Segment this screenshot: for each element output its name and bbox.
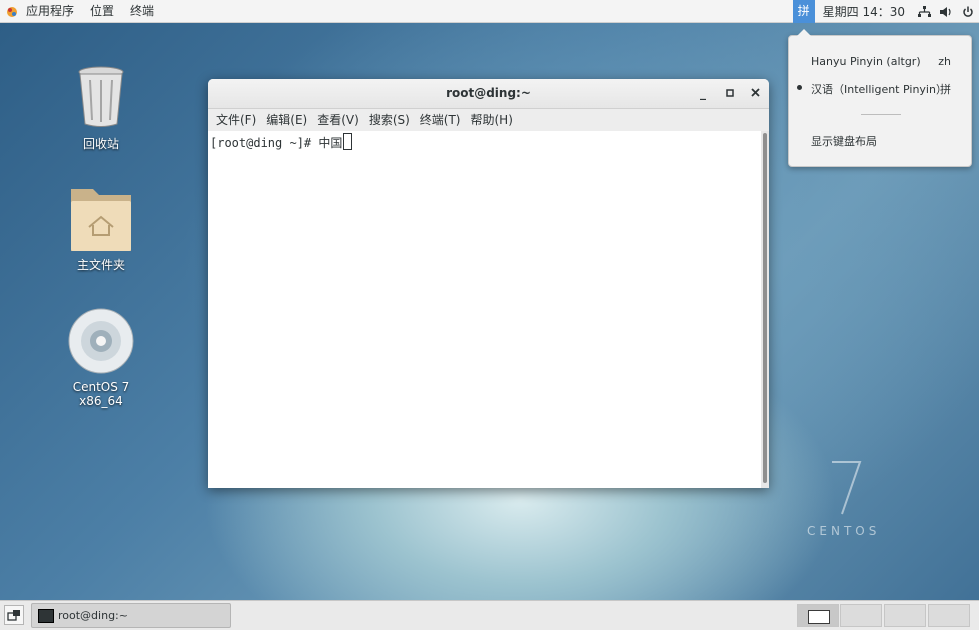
show-keyboard-layout[interactable]: 显示键盘布局 <box>789 130 971 150</box>
scrollbar-thumb[interactable] <box>763 133 767 483</box>
trash-label: 回收站 <box>82 137 119 151</box>
workspace-2[interactable] <box>840 604 882 627</box>
menu-terminal[interactable]: 终端(T) <box>415 109 466 131</box>
menu-help[interactable]: 帮助(H) <box>466 109 518 131</box>
terminal-scrollbar[interactable] <box>761 131 769 488</box>
terminal-icon <box>38 609 54 623</box>
taskbar-item-terminal[interactable]: root@ding:~ <box>31 603 231 628</box>
input-method-popup: Hanyu Pinyin (altgr) zh 汉语（Intelligent P… <box>788 29 972 167</box>
terminal-menubar: 文件(F) 编辑(E) 查看(V) 搜索(S) 终端(T) 帮助(H) <box>208 109 769 132</box>
centos-wordmark: CENTOS <box>807 524 881 538</box>
terminal-window[interactable]: root@ding:~ _ 文件(F) 编辑(E) 查看(V) 搜索(S) 终端… <box>208 79 769 488</box>
network-icon[interactable] <box>913 0 935 23</box>
power-icon[interactable] <box>957 0 979 23</box>
terminal-menu[interactable]: 终端 <box>122 0 162 23</box>
workspace-3[interactable] <box>884 604 926 627</box>
applications-menu[interactable]: 应用程序 <box>18 0 82 23</box>
ime-item-code: zh <box>938 55 951 68</box>
volume-icon[interactable] <box>935 0 957 23</box>
ime-separator <box>861 114 901 115</box>
disc-desktop-icon[interactable]: CentOS 7 x86_64 <box>51 305 151 408</box>
ime-item-name: 汉语（Intelligent Pinyin） <box>811 83 947 96</box>
text-cursor <box>343 133 353 150</box>
menu-view[interactable]: 查看(V) <box>312 109 364 131</box>
show-desktop-button[interactable] <box>4 605 24 625</box>
taskbar-item-label: root@ding:~ <box>58 609 128 622</box>
prompt-text: [root@ding ~]# 中国 <box>210 136 343 150</box>
minimize-button[interactable]: _ <box>695 85 711 101</box>
ime-item-intelligent-pinyin[interactable]: 汉语（Intelligent Pinyin） 拼 <box>789 78 971 98</box>
selected-dot-icon <box>797 85 802 90</box>
centos-seven-logo <box>832 461 862 515</box>
trash-desktop-icon[interactable]: 回收站 <box>51 66 151 152</box>
top-panel-right: 拼 星期四 14：30 <box>792 0 979 23</box>
show-desktop-icon <box>7 610 20 621</box>
home-folder-icon <box>71 189 131 251</box>
ime-item-name: Hanyu Pinyin (altgr) <box>811 55 921 68</box>
terminal-title: root@ding:~ <box>446 86 531 100</box>
close-button[interactable] <box>747 85 763 101</box>
optical-disc-icon <box>68 308 134 374</box>
workspace-1[interactable] <box>797 604 839 627</box>
maximize-button[interactable] <box>722 85 738 101</box>
trash-icon <box>78 66 124 127</box>
terminal-content[interactable]: [root@ding ~]# 中国 <box>208 131 761 488</box>
close-icon <box>750 88 760 97</box>
clock[interactable]: 星期四 14：30 <box>815 3 913 20</box>
home-folder-label: 主文件夹 <box>76 258 125 272</box>
home-folder-desktop-icon[interactable]: 主文件夹 <box>51 183 151 273</box>
disc-label: CentOS 7 x86_64 <box>72 380 130 408</box>
terminal-line: [root@ding ~]# 中国 <box>210 133 353 151</box>
show-keyboard-layout-label: 显示键盘布局 <box>811 135 877 148</box>
workspace-4[interactable] <box>928 604 970 627</box>
ime-item-code: 拼 <box>940 83 951 96</box>
places-menu[interactable]: 位置 <box>82 0 122 23</box>
terminal-titlebar[interactable]: root@ding:~ _ <box>208 79 769 109</box>
top-panel-left: 应用程序 位置 终端 <box>4 0 162 23</box>
ime-item-hanyu-pinyin[interactable]: Hanyu Pinyin (altgr) zh <box>789 52 971 72</box>
applications-icon <box>6 6 18 18</box>
workspace-window-thumb <box>808 610 830 624</box>
menu-file[interactable]: 文件(F) <box>211 109 261 131</box>
input-method-indicator[interactable]: 拼 <box>792 0 815 23</box>
menu-search[interactable]: 搜索(S) <box>364 109 415 131</box>
menu-edit[interactable]: 编辑(E) <box>261 109 312 131</box>
top-panel: 应用程序 位置 终端 拼 星期四 14：30 <box>0 0 979 23</box>
maximize-icon <box>726 89 734 97</box>
